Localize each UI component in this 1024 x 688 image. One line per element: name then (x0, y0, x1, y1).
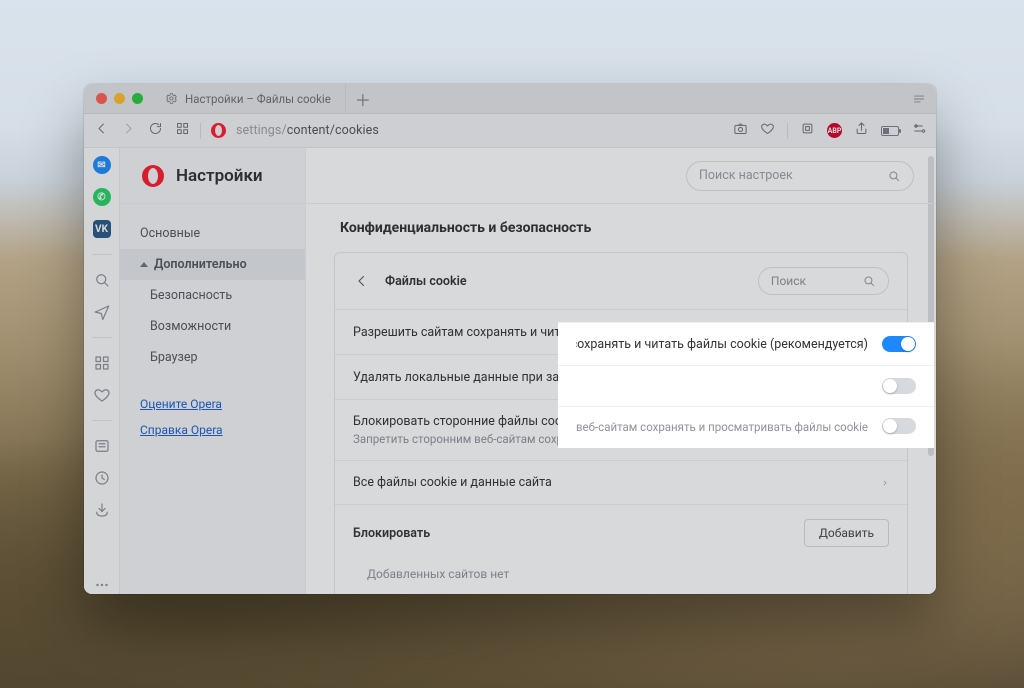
section-title-privacy: Конфиденциальность и безопасность (340, 220, 908, 236)
share-icon[interactable] (854, 121, 869, 140)
opera-logo-icon (142, 165, 164, 187)
bookmarks-heart-icon[interactable] (93, 386, 111, 404)
extensions-icon[interactable] (800, 121, 815, 140)
speed-dial-icon[interactable] (93, 354, 111, 372)
hl-toggle-clear[interactable] (882, 378, 916, 394)
hl-row-block-sub: Запретить сторонним веб-сайтам сохранять… (576, 420, 868, 434)
caret-up-icon (140, 262, 148, 267)
address-bar: settings/content/cookies ABP (84, 114, 936, 148)
tab-title: Настройки – Файлы cookie (185, 92, 331, 106)
battery-icon[interactable] (881, 126, 899, 136)
block-heading-label: Блокировать (353, 526, 430, 541)
window-controls (84, 84, 155, 113)
news-icon[interactable] (93, 437, 111, 455)
cookies-card-header: Файлы cookie Поиск (335, 253, 907, 309)
whatsapp-icon[interactable]: ✆ (93, 188, 111, 206)
hl-toggle-block-third[interactable] (882, 418, 916, 434)
nav-item-browser[interactable]: Браузер (120, 342, 305, 373)
maximize-window-button[interactable] (132, 93, 143, 104)
page-title: Настройки (176, 166, 263, 186)
downloads-icon[interactable] (93, 501, 111, 519)
link-help-opera[interactable]: Справка Opera (120, 417, 305, 443)
chevron-right-icon (881, 477, 889, 489)
url-display[interactable]: settings/content/cookies (236, 123, 723, 138)
vk-icon[interactable]: VK (93, 220, 111, 238)
send-icon[interactable] (93, 303, 111, 321)
nav-item-basic[interactable]: Основные (120, 218, 305, 249)
reload-button[interactable] (148, 121, 163, 140)
link-rate-opera[interactable]: Оцените Opera (120, 391, 305, 417)
hl-row-allow-label: Разрешить сайтам сохранять и читать файл… (576, 337, 868, 352)
opera-sidebar: ✉ ✆ VK (84, 148, 120, 594)
history-icon[interactable] (93, 469, 111, 487)
row-block-empty: Добавленных сайтов нет (335, 561, 907, 594)
url-path: content/cookies (287, 123, 379, 138)
settings-left-nav: Основные Дополнительно Безопасность Возм… (120, 148, 306, 594)
nav-item-advanced-label: Дополнительно (154, 257, 247, 272)
nav-item-advanced[interactable]: Дополнительно (120, 249, 305, 280)
url-scheme: settings/ (236, 123, 287, 138)
cookies-search-input[interactable]: Поиск (758, 267, 889, 295)
tab-menu-icon[interactable] (902, 84, 936, 113)
more-icon[interactable] (93, 576, 111, 594)
row-all-cookies[interactable]: Все файлы cookie и данные сайта (335, 460, 907, 504)
snapshot-icon[interactable] (733, 121, 748, 140)
heart-icon[interactable] (760, 121, 775, 140)
back-arrow-icon[interactable] (353, 272, 371, 290)
hl-toggle-allow[interactable] (882, 336, 916, 352)
search-icon (862, 274, 876, 288)
nav-item-security[interactable]: Безопасность (120, 280, 305, 311)
browser-window: Настройки – Файлы cookie ＋ settings/cont… (84, 84, 936, 594)
opera-logo-icon (211, 123, 226, 138)
gear-icon (165, 92, 178, 105)
nav-back-button[interactable] (94, 121, 109, 140)
nav-item-features[interactable]: Возможности (120, 311, 305, 342)
new-tab-button[interactable]: ＋ (346, 84, 380, 113)
speed-dial-button[interactable] (175, 121, 190, 140)
close-window-button[interactable] (96, 93, 107, 104)
block-empty-text: Добавленных сайтов нет (353, 561, 509, 581)
easy-setup-icon[interactable] (911, 121, 926, 140)
cookies-card-title: Файлы cookie (385, 274, 467, 289)
row-block-heading: Блокировать Добавить (335, 504, 907, 561)
nav-forward-button[interactable] (121, 121, 136, 140)
tab-settings-cookies[interactable]: Настройки – Файлы cookie (155, 84, 346, 113)
add-block-button[interactable]: Добавить (804, 519, 889, 547)
minimize-window-button[interactable] (114, 93, 125, 104)
messenger-icon[interactable]: ✉ (93, 156, 111, 174)
search-icon[interactable] (93, 271, 111, 289)
row-all-cookies-label: Все файлы cookie и данные сайта (353, 475, 552, 490)
adblock-icon[interactable]: ABP (827, 123, 842, 138)
cookies-search-placeholder: Поиск (771, 274, 806, 288)
tutorial-highlight: Разрешить сайтам сохранять и читать файл… (558, 322, 934, 448)
tab-strip: Настройки – Файлы cookie ＋ (84, 84, 936, 114)
